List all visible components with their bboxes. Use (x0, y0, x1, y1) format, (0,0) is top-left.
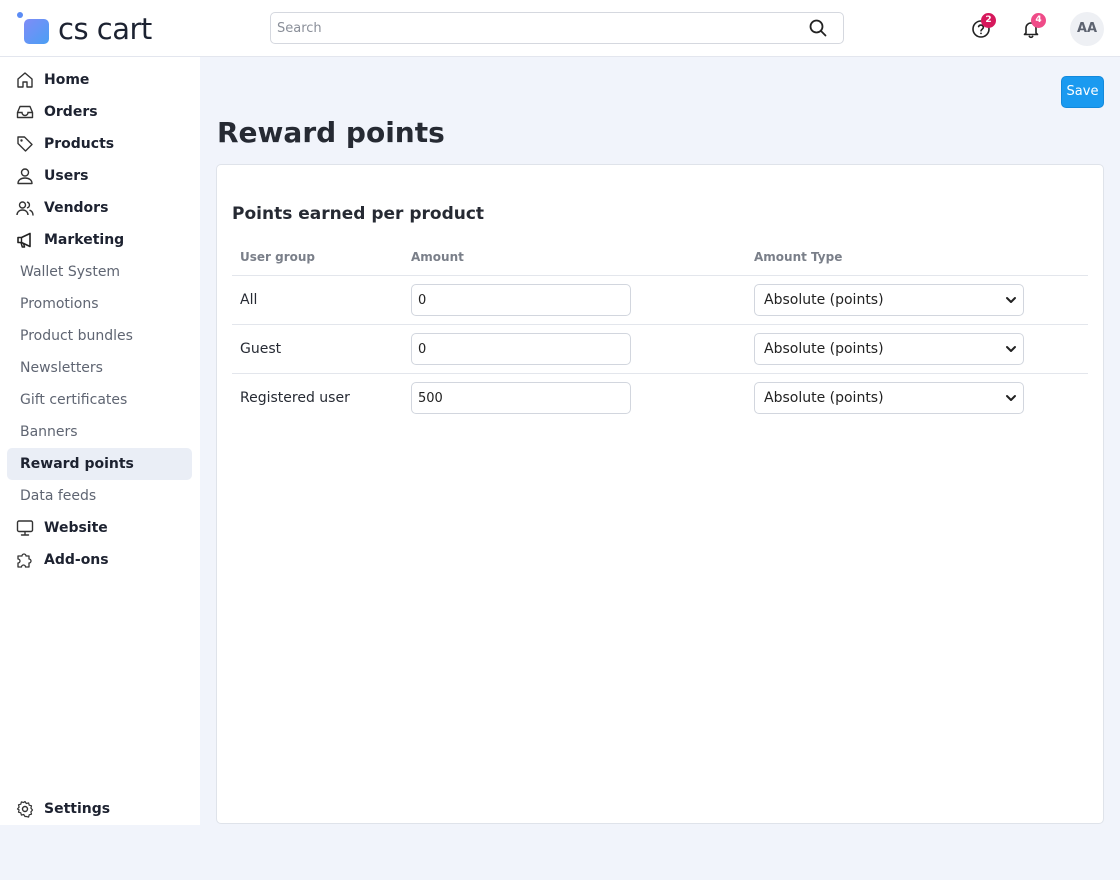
chevron-down-icon (1006, 395, 1016, 401)
sidebar-item-marketing[interactable]: Marketing (7, 224, 192, 256)
search-box (270, 12, 844, 44)
megaphone-icon (16, 231, 34, 249)
table-row: All Absolute (points) (232, 275, 1088, 324)
amount-type-select[interactable]: Absolute (points) (754, 333, 1024, 365)
sidebar-item-newsletters[interactable]: Newsletters (7, 352, 192, 384)
chevron-down-icon (1006, 297, 1016, 303)
search-input[interactable] (277, 13, 797, 43)
puzzle-icon (16, 551, 34, 569)
sidebar-item-label: Gift certificates (20, 392, 128, 408)
sidebar-item-data-feeds[interactable]: Data feeds (7, 480, 192, 512)
user-group-name: Guest (240, 341, 282, 357)
column-header-user-group: User group (240, 250, 316, 264)
user-avatar[interactable]: AA (1070, 12, 1104, 46)
monitor-icon (16, 519, 34, 537)
sidebar-item-label: Home (44, 72, 90, 88)
top-header: cs cart 2 4 AA (0, 0, 1120, 57)
cs-cart-logo[interactable]: cs cart (17, 11, 167, 47)
user-icon (16, 167, 34, 185)
sidebar-item-label: Newsletters (20, 360, 103, 376)
sidebar-item-label: Add-ons (44, 552, 109, 568)
chevron-down-icon (1006, 346, 1016, 352)
sidebar-item-gift-certificates[interactable]: Gift certificates (7, 384, 192, 416)
gear-icon (16, 800, 34, 818)
amount-type-select[interactable]: Absolute (points) (754, 382, 1024, 414)
sidebar-item-banners[interactable]: Banners (7, 416, 192, 448)
inbox-icon (16, 103, 34, 121)
sidebar-item-products[interactable]: Products (7, 128, 192, 160)
sidebar-item-label: Vendors (44, 200, 109, 216)
sidebar-item-label: Website (44, 520, 108, 536)
sidebar-item-label: Wallet System (20, 264, 121, 280)
sidebar-item-add-ons[interactable]: Add-ons (7, 544, 192, 576)
amount-input[interactable] (411, 284, 631, 316)
sidebar-item-users[interactable]: Users (7, 160, 192, 192)
notifications-button[interactable]: 4 (1020, 13, 1046, 41)
tag-icon (16, 135, 34, 153)
sidebar-item-reward-points[interactable]: Reward points (7, 448, 192, 480)
sidebar-item-label: Users (44, 168, 89, 184)
amount-input[interactable] (411, 333, 631, 365)
amount-type-value: Absolute (points) (764, 341, 884, 357)
sidebar: Home Orders Products Users Vendors Marke… (0, 57, 200, 825)
home-icon (16, 71, 34, 89)
sidebar-item-label: Marketing (44, 232, 125, 248)
amount-type-select[interactable]: Absolute (points) (754, 284, 1024, 316)
save-button[interactable]: Save (1061, 76, 1104, 108)
sidebar-item-vendors[interactable]: Vendors (7, 192, 192, 224)
column-header-amount: Amount (411, 250, 464, 264)
notifications-badge: 4 (1031, 13, 1046, 28)
column-header-amount-type: Amount Type (754, 250, 843, 264)
sidebar-item-label: Promotions (20, 296, 99, 312)
sidebar-item-label: Settings (44, 801, 111, 817)
sidebar-item-label: Orders (44, 104, 98, 120)
user-group-name: All (240, 292, 258, 308)
sidebar-item-website[interactable]: Website (7, 512, 192, 544)
amount-type-value: Absolute (points) (764, 390, 884, 406)
sidebar-item-home[interactable]: Home (7, 64, 192, 96)
sidebar-item-label: Banners (20, 424, 78, 440)
logo-text: cs cart (58, 12, 152, 46)
sidebar-item-wallet-system[interactable]: Wallet System (7, 256, 192, 288)
user-group-name: Registered user (240, 390, 350, 406)
table-row: Guest Absolute (points) (232, 324, 1088, 373)
amount-type-value: Absolute (points) (764, 292, 884, 308)
sidebar-item-settings[interactable]: Settings (7, 793, 192, 825)
sidebar-item-label: Data feeds (20, 488, 97, 504)
page-title: Reward points (217, 116, 445, 149)
users-icon (16, 199, 34, 217)
sidebar-item-promotions[interactable]: Promotions (7, 288, 192, 320)
sidebar-item-label: Product bundles (20, 328, 133, 344)
help-button[interactable]: 2 (970, 13, 996, 41)
help-badge: 2 (981, 13, 996, 28)
section-title: Points earned per product (232, 204, 485, 224)
reward-points-card: Points earned per product User group Amo… (216, 164, 1104, 824)
table-row: Registered user Absolute (points) (232, 373, 1088, 422)
sidebar-item-label: Reward points (20, 456, 134, 472)
search-icon[interactable] (809, 19, 827, 37)
amount-input[interactable] (411, 382, 631, 414)
logo-mark-icon (17, 11, 53, 47)
sidebar-item-orders[interactable]: Orders (7, 96, 192, 128)
sidebar-item-product-bundles[interactable]: Product bundles (7, 320, 192, 352)
sidebar-item-label: Products (44, 136, 115, 152)
